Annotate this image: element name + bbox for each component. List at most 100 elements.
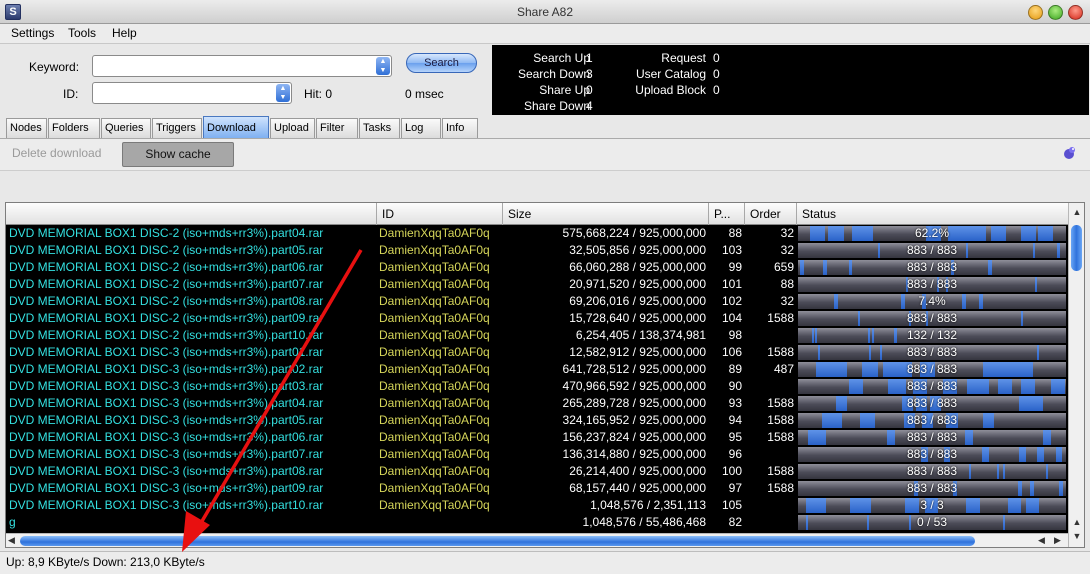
delete-download-button[interactable]: Delete download [12, 146, 101, 160]
cell-priority: 102 [721, 294, 742, 308]
cell-order: 1588 [767, 396, 794, 410]
cell-priority: 90 [728, 379, 742, 393]
menu-help[interactable]: Help [112, 26, 137, 40]
scroll-left-icon[interactable]: ◀ [1038, 535, 1045, 546]
id-combobox[interactable]: ▲ ▼ [92, 82, 292, 104]
stat-share-up-value: 0 [586, 83, 593, 97]
tab-queries[interactable]: Queries [101, 118, 151, 138]
cell-name: DVD MEMORIAL BOX1 DISC-2 (iso+mds+rr3%).… [9, 243, 324, 257]
table-row[interactable]: DVD MEMORIAL BOX1 DISC-2 (iso+mds+rr3%).… [6, 310, 1068, 327]
search-button[interactable]: Search [406, 53, 477, 73]
status-text: 883 / 883 [906, 260, 958, 274]
status-text: 883 / 883 [906, 362, 958, 376]
table-row[interactable]: DVD MEMORIAL BOX1 DISC-3 (iso+mds+rr3%).… [6, 463, 1068, 480]
keyword-dropdown-icon[interactable]: ▲ ▼ [376, 57, 390, 75]
status-progress-bar: 883 / 883 [798, 481, 1066, 496]
table-row[interactable]: DVD MEMORIAL BOX1 DISC-3 (iso+mds+rr3%).… [6, 429, 1068, 446]
table-row[interactable]: DVD MEMORIAL BOX1 DISC-3 (iso+mds+rr3%).… [6, 497, 1068, 514]
column-header-order[interactable]: Order [745, 203, 797, 225]
table-row[interactable]: DVD MEMORIAL BOX1 DISC-3 (iso+mds+rr3%).… [6, 361, 1068, 378]
cell-order: 32 [780, 294, 794, 308]
table-row[interactable]: DVD MEMORIAL BOX1 DISC-2 (iso+mds+rr3%).… [6, 293, 1068, 310]
stat-upload-block-value: 0 [713, 83, 720, 97]
cell-name: DVD MEMORIAL BOX1 DISC-3 (iso+mds+rr3%).… [9, 498, 324, 512]
cell-name: DVD MEMORIAL BOX1 DISC-3 (iso+mds+rr3%).… [9, 362, 324, 376]
table-row[interactable]: DVD MEMORIAL BOX1 DISC-3 (iso+mds+rr3%).… [6, 480, 1068, 497]
tab-tasks[interactable]: Tasks [359, 118, 400, 138]
table-row[interactable]: DVD MEMORIAL BOX1 DISC-2 (iso+mds+rr3%).… [6, 259, 1068, 276]
cell-name: DVD MEMORIAL BOX1 DISC-2 (iso+mds+rr3%).… [9, 277, 324, 291]
tab-filter[interactable]: Filter [316, 118, 358, 138]
status-progress-bar: 132 / 132 [798, 328, 1066, 343]
cell-priority: 100 [721, 464, 742, 478]
menu-settings[interactable]: Settings [11, 26, 54, 40]
cell-id: DamienXqqTa0AF0q [379, 260, 490, 274]
horizontal-scroll-thumb[interactable] [20, 536, 975, 546]
tab-folders[interactable]: Folders [48, 118, 100, 138]
column-header-id[interactable]: ID [377, 203, 503, 225]
table-row[interactable]: DVD MEMORIAL BOX1 DISC-3 (iso+mds+rr3%).… [6, 344, 1068, 361]
scroll-right-icon[interactable]: ▶ [1054, 535, 1061, 546]
status-text: 883 / 883 [906, 311, 958, 325]
column-header-name[interactable] [6, 203, 377, 225]
cell-id: DamienXqqTa0AF0q [379, 243, 490, 257]
table-row[interactable]: DVD MEMORIAL BOX1 DISC-2 (iso+mds+rr3%).… [6, 327, 1068, 344]
cell-priority: 106 [721, 345, 742, 359]
show-cache-button[interactable]: Show cache [122, 142, 234, 167]
cell-size: 15,728,640 / 925,000,000 [569, 311, 706, 325]
table-row[interactable]: DVD MEMORIAL BOX1 DISC-3 (iso+mds+rr3%).… [6, 395, 1068, 412]
stat-search-up-label: Search Up [533, 51, 590, 65]
cell-id: DamienXqqTa0AF0q [379, 413, 490, 427]
cell-size: 156,237,824 / 925,000,000 [562, 430, 706, 444]
column-header-size[interactable]: Size [503, 203, 709, 225]
cell-size: 324,165,952 / 925,000,000 [562, 413, 706, 427]
cell-id: DamienXqqTa0AF0q [379, 447, 490, 461]
table-row[interactable]: DVD MEMORIAL BOX1 DISC-3 (iso+mds+rr3%).… [6, 378, 1068, 395]
vertical-scroll-thumb[interactable] [1071, 225, 1082, 271]
cell-id: DamienXqqTa0AF0q [379, 481, 490, 495]
table-row[interactable]: DVD MEMORIAL BOX1 DISC-3 (iso+mds+rr3%).… [6, 412, 1068, 429]
window-title: Share A82 [516, 5, 574, 19]
id-dropdown-icon[interactable]: ▲ ▼ [276, 84, 290, 102]
stat-request-value: 0 [713, 51, 720, 65]
tab-nodes[interactable]: Nodes [6, 118, 47, 138]
bug-icon[interactable] [1061, 145, 1077, 161]
column-header-priority[interactable]: P... [709, 203, 745, 225]
stat-share-down-value: 4 [586, 99, 593, 113]
table-header: ID Size P... Order Status [6, 203, 1068, 225]
stat-share-up-label: Share Up [539, 83, 590, 97]
tab-upload[interactable]: Upload [270, 118, 315, 138]
scroll-left-icon[interactable]: ◀ [8, 535, 15, 546]
hit-count: Hit: 0 [304, 87, 333, 101]
table-row[interactable]: DVD MEMORIAL BOX1 DISC-2 (iso+mds+rr3%).… [6, 225, 1068, 242]
tab-triggers[interactable]: Triggers [152, 118, 202, 138]
scroll-down-icon[interactable]: ▼ [1069, 531, 1084, 541]
tab-download[interactable]: Download [203, 116, 269, 138]
table-row[interactable]: DVD MEMORIAL BOX1 DISC-2 (iso+mds+rr3%).… [6, 242, 1068, 259]
cell-name: DVD MEMORIAL BOX1 DISC-3 (iso+mds+rr3%).… [9, 345, 324, 359]
menu-tools[interactable]: Tools [68, 26, 96, 40]
horizontal-scrollbar[interactable]: ◀ ◀ ▶ [6, 533, 1068, 547]
table-row[interactable]: g 1,048,576 / 55,486,468 82 0 / 53 [6, 514, 1068, 531]
status-text: 883 / 883 [906, 464, 958, 478]
cell-order: 659 [773, 260, 794, 274]
download-table: ID Size P... Order Status DVD MEMORIAL B… [5, 202, 1085, 548]
scroll-up-icon[interactable]: ▲ [1069, 517, 1084, 527]
vertical-scrollbar[interactable]: ▲ ▲ ▼ [1068, 203, 1084, 547]
status-text: 883 / 883 [906, 447, 958, 461]
table-row[interactable]: DVD MEMORIAL BOX1 DISC-3 (iso+mds+rr3%).… [6, 446, 1068, 463]
tab-log[interactable]: Log [401, 118, 441, 138]
tab-info[interactable]: Info [442, 118, 478, 138]
cell-size: 1,048,576 / 55,486,468 [582, 515, 706, 529]
cell-priority: 88 [728, 226, 742, 240]
zoom-button[interactable] [1048, 5, 1063, 20]
keyword-combobox[interactable]: ▲ ▼ [92, 55, 392, 77]
column-header-status[interactable]: Status [797, 203, 1068, 225]
title-bar: S Share A82 [0, 0, 1090, 24]
table-row[interactable]: DVD MEMORIAL BOX1 DISC-2 (iso+mds+rr3%).… [6, 276, 1068, 293]
cell-priority: 101 [721, 277, 742, 291]
close-button[interactable] [1068, 5, 1083, 20]
minimize-button[interactable] [1028, 5, 1043, 20]
cell-order: 1588 [767, 430, 794, 444]
scroll-up-icon[interactable]: ▲ [1069, 207, 1084, 217]
